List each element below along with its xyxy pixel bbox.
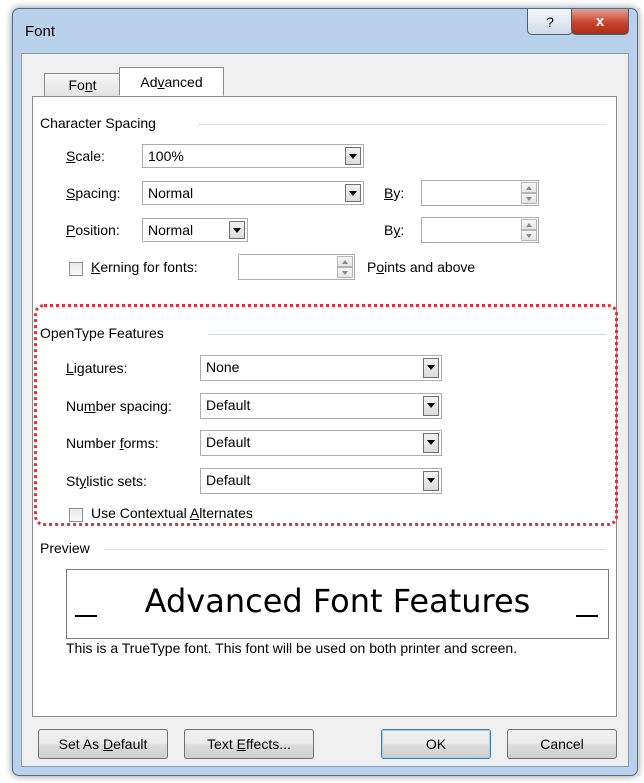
kerning-label: Kerning for fonts:	[91, 259, 198, 275]
cancel-button[interactable]: Cancel	[507, 729, 617, 759]
chevron-down-icon[interactable]	[423, 471, 439, 491]
help-icon: ?	[546, 13, 554, 30]
close-icon: x	[595, 13, 605, 30]
position-dropdown[interactable]: Normal	[142, 218, 248, 242]
tab-advanced[interactable]: Advanced	[119, 67, 224, 96]
character-spacing-title: Character Spacing	[40, 115, 156, 131]
number-spacing-value: Default	[206, 397, 251, 413]
ok-label: OK	[425, 736, 447, 752]
stylistic-sets-value: Default	[206, 472, 251, 488]
opentype-divider	[208, 334, 606, 335]
number-spacing-dropdown[interactable]: Default	[200, 393, 442, 419]
number-forms-value: Default	[206, 434, 251, 450]
preview-note: This is a TrueType font. This font will …	[66, 640, 518, 656]
number-spacing-label: Number spacing:	[66, 398, 172, 414]
character-spacing-divider	[198, 124, 606, 125]
spacing-label: Spacing:	[66, 185, 121, 201]
scale-label: Scale:	[66, 148, 105, 164]
chevron-down-icon[interactable]	[229, 221, 245, 239]
set-as-default-label: Set As Default	[58, 736, 148, 752]
spin-down-icon[interactable]	[337, 267, 353, 278]
contextual-alternates-label: Use Contextual Alternates	[91, 505, 253, 521]
spacing-value: Normal	[148, 185, 194, 201]
cancel-label: Cancel	[540, 736, 584, 752]
preview-sample-text: Advanced Font Features	[144, 582, 531, 620]
tab-advanced-label: Advanced	[140, 73, 203, 90]
contextual-alternates-checkbox[interactable]	[69, 508, 83, 522]
position-by-spinner[interactable]	[421, 217, 539, 243]
chevron-down-icon[interactable]	[423, 396, 439, 416]
ligatures-dropdown[interactable]: None	[200, 355, 442, 381]
scale-value: 100%	[148, 148, 184, 164]
text-effects-button[interactable]: Text Effects...	[184, 729, 314, 759]
spacing-by-spinner[interactable]	[421, 180, 539, 206]
ligatures-value: None	[206, 359, 240, 375]
position-by-label: By:	[384, 222, 405, 238]
chevron-down-icon[interactable]	[423, 358, 439, 378]
spin-down-icon[interactable]	[521, 193, 537, 204]
title-bar[interactable]: Font ? x	[13, 9, 637, 51]
position-value: Normal	[148, 222, 194, 238]
tab-font-label: Font	[68, 77, 97, 93]
text-effects-label: Text Effects...	[207, 736, 291, 752]
spacing-by-label: By:	[384, 185, 405, 201]
help-button[interactable]: ?	[527, 9, 573, 35]
preview-box: Advanced Font Features	[66, 569, 609, 639]
stylistic-sets-dropdown[interactable]: Default	[200, 468, 442, 494]
set-as-default-button[interactable]: Set As Default	[38, 729, 168, 759]
spin-down-icon[interactable]	[521, 230, 537, 241]
position-label: Position:	[66, 222, 120, 238]
stylistic-sets-label: Stylistic sets:	[66, 473, 147, 489]
spin-up-icon[interactable]	[521, 219, 537, 230]
number-forms-dropdown[interactable]: Default	[200, 430, 442, 456]
opentype-features-title: OpenType Features	[40, 325, 164, 341]
number-forms-label: Number forms:	[66, 435, 159, 451]
tab-font[interactable]: Font	[44, 73, 121, 96]
chevron-down-icon[interactable]	[345, 147, 361, 165]
chevron-down-icon[interactable]	[423, 433, 439, 453]
close-button[interactable]: x	[571, 9, 629, 35]
preview-title: Preview	[40, 540, 90, 556]
spacing-dropdown[interactable]: Normal	[142, 181, 364, 205]
preview-right-line	[576, 615, 598, 617]
ligatures-label: Ligatures:	[66, 360, 128, 376]
window-title: Font	[25, 23, 56, 40]
preview-divider	[104, 549, 606, 550]
ok-button[interactable]: OK	[381, 729, 491, 759]
kerning-spinner[interactable]	[238, 254, 355, 280]
chevron-down-icon[interactable]	[345, 184, 361, 202]
spin-up-icon[interactable]	[521, 182, 537, 193]
scale-dropdown[interactable]: 100%	[142, 144, 364, 168]
spin-up-icon[interactable]	[337, 256, 353, 267]
kerning-suffix-label: Points and above	[367, 259, 476, 275]
kerning-checkbox[interactable]	[69, 262, 83, 276]
